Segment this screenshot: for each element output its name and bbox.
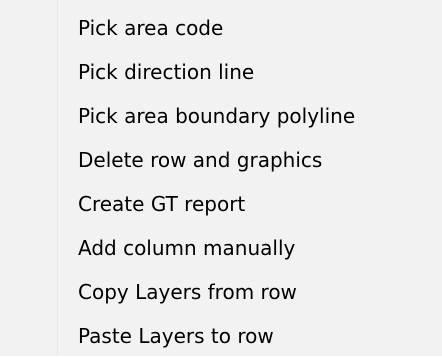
menu-item-add-column-manually[interactable]: Add column manually <box>58 226 442 270</box>
menu-item-label: Paste Layers to row <box>78 324 274 348</box>
menu-item-paste-layers-to-row[interactable]: Paste Layers to row <box>58 314 442 358</box>
menu-item-pick-direction-line[interactable]: Pick direction line <box>58 50 442 94</box>
menu-item-label: Pick area boundary polyline <box>78 104 356 128</box>
menu-icon-gutter <box>0 0 58 356</box>
menu-item-label: Pick direction line <box>78 60 255 84</box>
menu-item-create-gt-report[interactable]: Create GT report <box>58 182 442 226</box>
menu-item-label: Create GT report <box>78 192 246 216</box>
menu-item-pick-area-code[interactable]: Pick area code <box>58 6 442 50</box>
menu-item-label: Delete row and graphics <box>78 148 323 172</box>
menu-item-copy-layers-from-row[interactable]: Copy Layers from row <box>58 270 442 314</box>
menu-item-label: Add column manually <box>78 236 296 260</box>
menu-item-label: Pick area code <box>78 16 224 40</box>
menu-item-delete-row-and-graphics[interactable]: Delete row and graphics <box>58 138 442 182</box>
menu-item-pick-area-boundary-polyline[interactable]: Pick area boundary polyline <box>58 94 442 138</box>
menu-list: Pick area code Pick direction line Pick … <box>58 6 442 356</box>
context-menu: Pick area code Pick direction line Pick … <box>0 0 442 356</box>
menu-item-label: Copy Layers from row <box>78 280 297 304</box>
